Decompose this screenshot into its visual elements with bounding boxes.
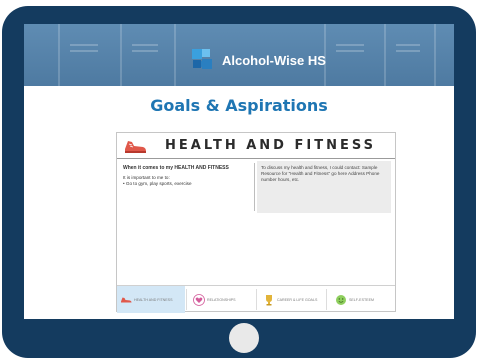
locker-vent <box>132 44 158 46</box>
tab-relationships[interactable]: RELATIONSHIPS <box>189 286 255 313</box>
brand-title: Alcohol-Wise HS <box>222 53 326 68</box>
shoe-icon <box>121 297 132 302</box>
document-header: HEALTH AND FITNESS <box>117 133 395 159</box>
tab-label: CAREER & LIFE GOALS <box>277 297 318 302</box>
tab-health-fitness[interactable]: HEALTH AND FITNESS <box>117 286 185 313</box>
tab-separator <box>326 289 327 310</box>
goal-section: When it comes to my HEALTH AND FITNESS I… <box>123 165 251 187</box>
home-button[interactable] <box>229 323 259 353</box>
locker-line <box>434 24 436 86</box>
tab-separator <box>256 289 257 310</box>
goal-bullet: • Go to gym, play sports, exercise <box>123 181 192 187</box>
header-banner: Alcohol-Wise HS <box>24 24 454 86</box>
category-tabs: HEALTH AND FITNESS RELATIONSHIPS CAREER … <box>117 285 395 313</box>
locker-vent <box>70 50 98 52</box>
tab-career-life-goals[interactable]: CAREER & LIFE GOALS <box>259 286 325 313</box>
puzzle-logo-icon <box>192 49 212 69</box>
locker-vent <box>396 50 420 52</box>
tab-label: HEALTH AND FITNESS <box>134 297 173 302</box>
locker-line <box>174 24 176 86</box>
section-divider <box>254 163 255 211</box>
page-title: Goals & Aspirations <box>150 96 328 115</box>
heart-icon <box>193 293 205 306</box>
tab-label: RELATIONSHIPS <box>207 297 236 302</box>
locker-vent <box>336 44 364 46</box>
locker-line <box>384 24 386 86</box>
document-heading: HEALTH AND FITNESS <box>165 138 376 153</box>
contact-box: To discuss my health and fitness, I coul… <box>257 161 391 213</box>
tablet-frame: Alcohol-Wise HS Goals & Aspirations HEAL… <box>2 6 476 358</box>
tab-self-esteem[interactable]: SELF-ESTEEM <box>329 286 393 313</box>
shoe-icon <box>125 141 146 153</box>
document-preview: HEALTH AND FITNESS When it comes to my H… <box>116 132 396 313</box>
locker-vent <box>70 44 98 46</box>
locker-line <box>58 24 60 86</box>
tablet-screen: Alcohol-Wise HS Goals & Aspirations HEAL… <box>24 24 454 319</box>
locker-vent <box>396 44 420 46</box>
goal-question: When it comes to my HEALTH AND FITNESS <box>123 165 229 171</box>
trophy-icon <box>266 294 272 305</box>
tab-separator <box>186 289 187 310</box>
locker-vent <box>132 50 158 52</box>
locker-vent <box>336 50 364 52</box>
smiley-icon <box>336 294 346 305</box>
locker-line <box>120 24 122 86</box>
tab-label: SELF-ESTEEM <box>349 297 374 302</box>
